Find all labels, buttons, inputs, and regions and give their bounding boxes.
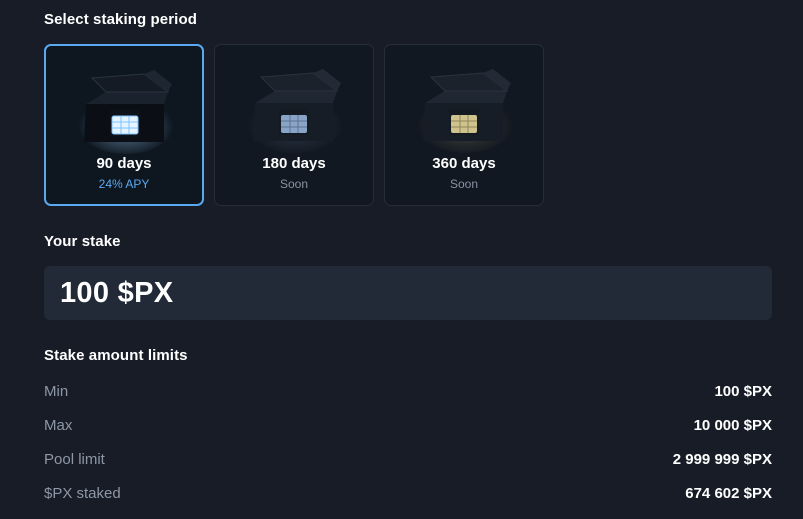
period-days-label: 180 days (262, 155, 326, 172)
period-card-90-days[interactable]: 90 days 24% APY (44, 44, 204, 206)
limit-row-pool-limit: Pool limit 2 999 999 $PX (44, 448, 772, 470)
period-card-180-days[interactable]: 180 days Soon (214, 44, 374, 206)
limit-row-max: Max 10 000 $PX (44, 414, 772, 436)
limit-label: Min (44, 382, 69, 400)
period-days-label: 90 days (96, 155, 152, 172)
mystery-box-image (215, 45, 373, 160)
period-apy-label: 24% APY (98, 177, 150, 191)
period-status-label: Soon (279, 177, 309, 191)
period-status-label: Soon (449, 177, 479, 191)
stake-input-container (44, 266, 772, 320)
limit-label: Max (44, 416, 73, 434)
stake-amount-input[interactable] (60, 276, 772, 310)
limit-row-px-staked: $PX staked 674 602 $PX (44, 482, 772, 504)
limit-value: 2 999 999 $PX (672, 450, 772, 468)
limit-value: 10 000 $PX (693, 416, 772, 434)
your-stake-title: Your stake (44, 233, 121, 250)
limit-label: $PX staked (44, 484, 121, 502)
limit-label: Pool limit (44, 450, 105, 468)
mystery-box-image (46, 46, 202, 161)
limit-value: 100 $PX (714, 382, 772, 400)
staking-period-title: Select staking period (44, 11, 197, 28)
stake-limits-title: Stake amount limits (44, 347, 188, 364)
mystery-box-image (385, 45, 543, 160)
limit-row-min: Min 100 $PX (44, 380, 772, 402)
period-days-label: 360 days (432, 155, 496, 172)
limit-value: 674 602 $PX (685, 484, 772, 502)
period-card-360-days[interactable]: 360 days Soon (384, 44, 544, 206)
